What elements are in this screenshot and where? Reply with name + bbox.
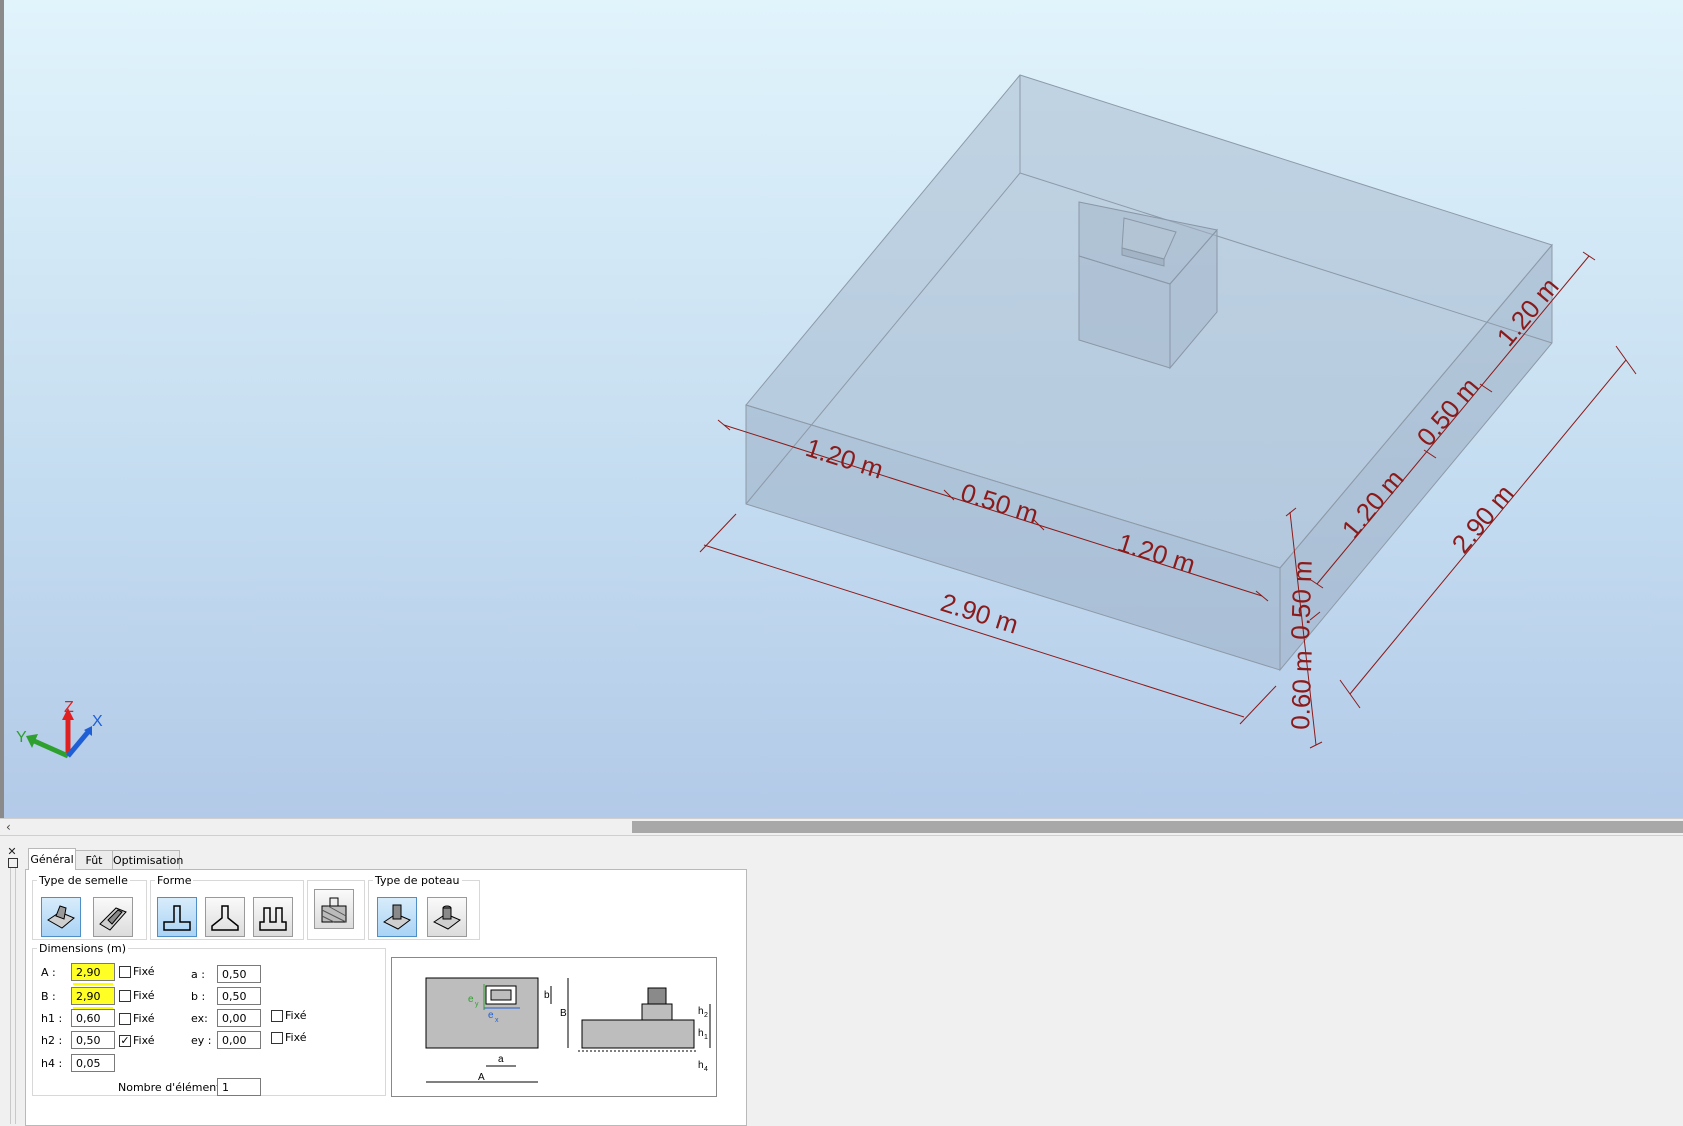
label-B: B : (41, 990, 56, 1003)
round-column-icon (433, 905, 461, 930)
schema-label-b: b (544, 990, 550, 1001)
checkbox-fixe-h1[interactable] (119, 1013, 131, 1025)
label-A: A : (41, 966, 56, 979)
input-B[interactable] (71, 987, 115, 1005)
tapered-shape-icon (211, 905, 239, 931)
rect-shape-icon (163, 905, 191, 931)
schema-label-A: A (478, 1072, 485, 1083)
group-soil (307, 880, 365, 940)
scrollbar-thumb[interactable] (632, 821, 1683, 833)
3d-viewport[interactable]: 1.20 m 0.50 m 1.20 m 2.90 m 1.20 m 0.50 … (0, 0, 1683, 818)
input-A[interactable] (71, 963, 115, 981)
input-nombre-elements[interactable] (217, 1078, 261, 1096)
dim-side-total: 2.90 m (1446, 479, 1520, 559)
properties-panel: ✕ Général Fût Optimisation Type de semel… (0, 836, 1683, 1126)
viewport-horizontal-scrollbar[interactable]: ‹ (0, 818, 1683, 836)
label-h2: h2 : (41, 1034, 63, 1047)
strip-footing-button[interactable] (93, 897, 133, 937)
schema-label-ey: e (468, 994, 474, 1005)
rect-column-icon (383, 904, 411, 930)
schema-label-ex: e (488, 1010, 494, 1021)
schema-label-ey-sub: y (475, 1001, 479, 1008)
checkbox-fixe-B[interactable] (119, 990, 131, 1002)
input-h1[interactable] (71, 1009, 115, 1027)
tab-general[interactable]: Général (28, 848, 76, 870)
tab-content-general: Type de semelle Forme Type de poteau Dim… (25, 869, 747, 1126)
shape-tapered-button[interactable] (205, 897, 245, 937)
checkbox-fixe-ex[interactable] (271, 1010, 283, 1022)
shape-stepped-button[interactable] (253, 897, 293, 937)
rect-column-button[interactable] (377, 897, 417, 937)
axis-y-label: Y (16, 729, 27, 746)
label-fixe-A: Fixé (133, 965, 155, 978)
tab-optimisation[interactable]: Optimisation (112, 850, 183, 870)
input-ex[interactable] (217, 1009, 261, 1027)
isolated-footing-button[interactable] (41, 897, 81, 937)
checkbox-fixe-h2[interactable]: ✓ (119, 1035, 131, 1047)
footing-schema-diagram: e y e x b B a A h 2 h 1 h 4 (391, 957, 717, 1097)
label-fixe-h2: Fixé (133, 1034, 155, 1047)
label-a: a : (191, 968, 205, 981)
shape-rect-button[interactable] (157, 897, 197, 937)
label-fixe-ey: Fixé (285, 1031, 307, 1044)
schema-label-B: B (560, 1008, 567, 1019)
label-ey: ey : (191, 1034, 212, 1047)
soil-block-button[interactable] (314, 889, 354, 929)
label-fixe-h1: Fixé (133, 1012, 155, 1025)
panel-grip[interactable] (10, 868, 16, 1124)
schema-drawing: e y e x b B a A h 2 h 1 h 4 (425, 977, 711, 1083)
footing-3d-view: 1.20 m 0.50 m 1.20 m 2.90 m 1.20 m 0.50 … (16, 74, 1637, 759)
dock-panel-icon[interactable] (8, 858, 18, 868)
label-nombre-elements: Nombre d'éléments: (118, 1081, 231, 1094)
schema-label-h2-sub: 2 (704, 1012, 708, 1019)
label-h4: h4 : (41, 1057, 63, 1070)
group-type-poteau-title: Type de poteau (375, 874, 460, 887)
soil-block-icon (321, 897, 347, 923)
checkbox-fixe-ey[interactable] (271, 1032, 283, 1044)
round-column-button[interactable] (427, 897, 467, 937)
schema-label-h1-sub: 1 (704, 1034, 708, 1041)
schema-label-h2: h (698, 1006, 704, 1017)
dim-height-upper: 0.50 m (1285, 560, 1318, 640)
highlight-mark-A (73, 983, 113, 985)
axis-x-label: X (92, 713, 103, 730)
group-dimensions: Dimensions (m) A : Fixé B : Fixé h1 : Fi… (32, 942, 386, 1096)
group-forme-title: Forme (157, 874, 192, 887)
checkbox-fixe-A[interactable] (119, 966, 131, 978)
stepped-shape-icon (259, 907, 287, 931)
input-ey[interactable] (217, 1031, 261, 1049)
label-fixe-ex: Fixé (285, 1009, 307, 1022)
strip-footing-icon (99, 907, 127, 931)
schema-label-h4-sub: 4 (704, 1066, 708, 1073)
schema-label-h1: h (698, 1028, 704, 1039)
tab-fut[interactable]: Fût (75, 850, 113, 870)
scroll-left-icon[interactable]: ‹ (6, 819, 11, 835)
dim-front-total: 2.90 m (937, 587, 1022, 640)
input-b[interactable] (217, 987, 261, 1005)
group-type-poteau: Type de poteau (368, 874, 480, 940)
close-panel-icon[interactable]: ✕ (6, 846, 18, 858)
schema-label-ex-sub: x (495, 1017, 499, 1024)
label-b: b : (191, 990, 206, 1003)
label-fixe-B: Fixé (133, 989, 155, 1002)
input-a[interactable] (217, 965, 261, 983)
dim-height-total: 0.60 m (1285, 650, 1318, 730)
group-type-semelle-title: Type de semelle (39, 874, 128, 887)
group-type-semelle: Type de semelle (32, 874, 147, 940)
group-forme: Forme (150, 874, 304, 940)
input-h2[interactable] (71, 1031, 115, 1049)
axis-triad: Z Y X (16, 699, 103, 759)
label-ex: ex: (191, 1012, 208, 1025)
input-h4[interactable] (71, 1054, 115, 1072)
isolated-footing-icon (47, 905, 75, 929)
schema-label-a: a (498, 1054, 504, 1065)
axis-z-label: Z (64, 699, 74, 716)
label-h1: h1 : (41, 1012, 63, 1025)
schema-label-h4: h (698, 1060, 704, 1071)
group-dimensions-title: Dimensions (m) (39, 942, 126, 955)
